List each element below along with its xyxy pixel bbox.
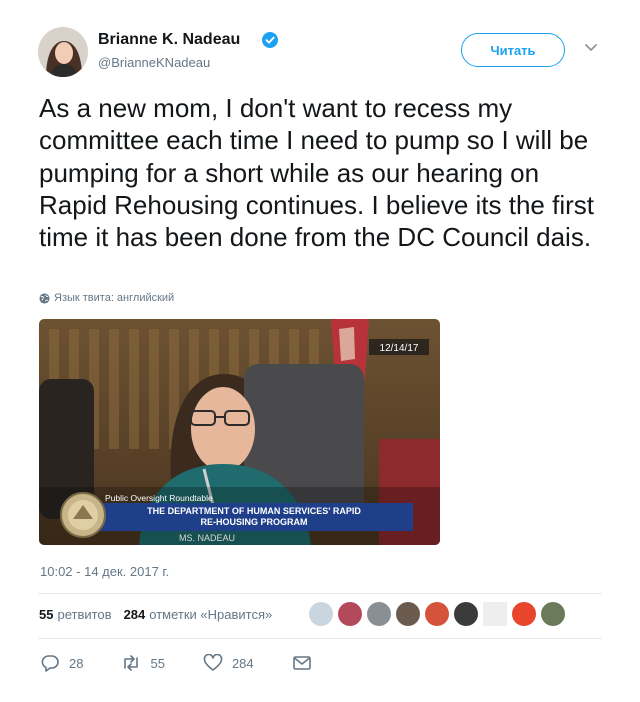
retweet-icon [124, 655, 139, 671]
tweet-actions: 28 55 284 [40, 654, 350, 672]
likes-label: отметки «Нравится» [149, 607, 273, 622]
video-caption-line2: RE-HOUSING PROGRAM [200, 517, 307, 527]
chevron-down-icon[interactable] [584, 43, 598, 53]
video-nameplate: MS. NADEAU [179, 533, 235, 543]
verified-badge-icon [262, 32, 278, 48]
retweets-label: ретвитов [57, 607, 112, 622]
liker-avatar[interactable] [454, 602, 478, 626]
author-handle[interactable]: @BrianneKNadeau [98, 55, 210, 70]
retweets-stat[interactable]: 55 ретвитов [39, 607, 112, 622]
globe-icon [39, 292, 50, 304]
likes-stat[interactable]: 284 отметки «Нравится» [124, 607, 273, 622]
reply-icon [41, 655, 59, 672]
liker-avatar[interactable] [541, 602, 565, 626]
liker-avatar[interactable] [338, 602, 362, 626]
language-note: Язык твита: английский [39, 292, 174, 304]
author-name[interactable]: Brianne K. Nadeau [98, 31, 240, 49]
divider [38, 593, 602, 594]
tweet-text: As a new mom, I don't want to recess my … [39, 93, 594, 253]
like-button[interactable]: 284 [203, 654, 254, 672]
liker-avatar[interactable] [367, 602, 391, 626]
liker-avatar[interactable] [512, 602, 536, 626]
like-count: 284 [231, 655, 254, 671]
video-caption-line1: THE DEPARTMENT OF HUMAN SERVICES' RAPID [147, 506, 361, 516]
video-date-stamp: 12/14/17 [380, 343, 419, 354]
tweet-timestamp[interactable]: 10:02 - 14 дек. 2017 г. [40, 564, 169, 579]
likers-avatars [309, 602, 565, 626]
reply-count: 28 [69, 655, 84, 671]
liker-avatar[interactable] [483, 602, 507, 626]
reply-button[interactable]: 28 [40, 654, 83, 672]
retweets-count: 55 [39, 607, 54, 622]
direct-message-button[interactable] [292, 654, 312, 672]
language-note-text: Язык твита: английский [54, 292, 175, 304]
video-program-label: Public Oversight Roundtable [105, 493, 213, 503]
retweet-button[interactable]: 55 [121, 654, 165, 672]
author-avatar[interactable] [38, 27, 88, 77]
envelope-icon [292, 656, 311, 670]
follow-button[interactable]: Читать [461, 33, 565, 67]
heart-icon [203, 654, 223, 671]
retweet-count: 55 [150, 655, 165, 671]
liker-avatar[interactable] [309, 602, 333, 626]
liker-avatar[interactable] [425, 602, 449, 626]
tweet-media-video[interactable]: 12/14/17 Public Oversight Roundtable THE… [39, 319, 440, 545]
likes-count: 284 [123, 607, 146, 622]
liker-avatar[interactable] [396, 602, 420, 626]
divider [38, 638, 602, 639]
tweet-stats: 55 ретвитов 284 отметки «Нравится» [39, 607, 272, 622]
